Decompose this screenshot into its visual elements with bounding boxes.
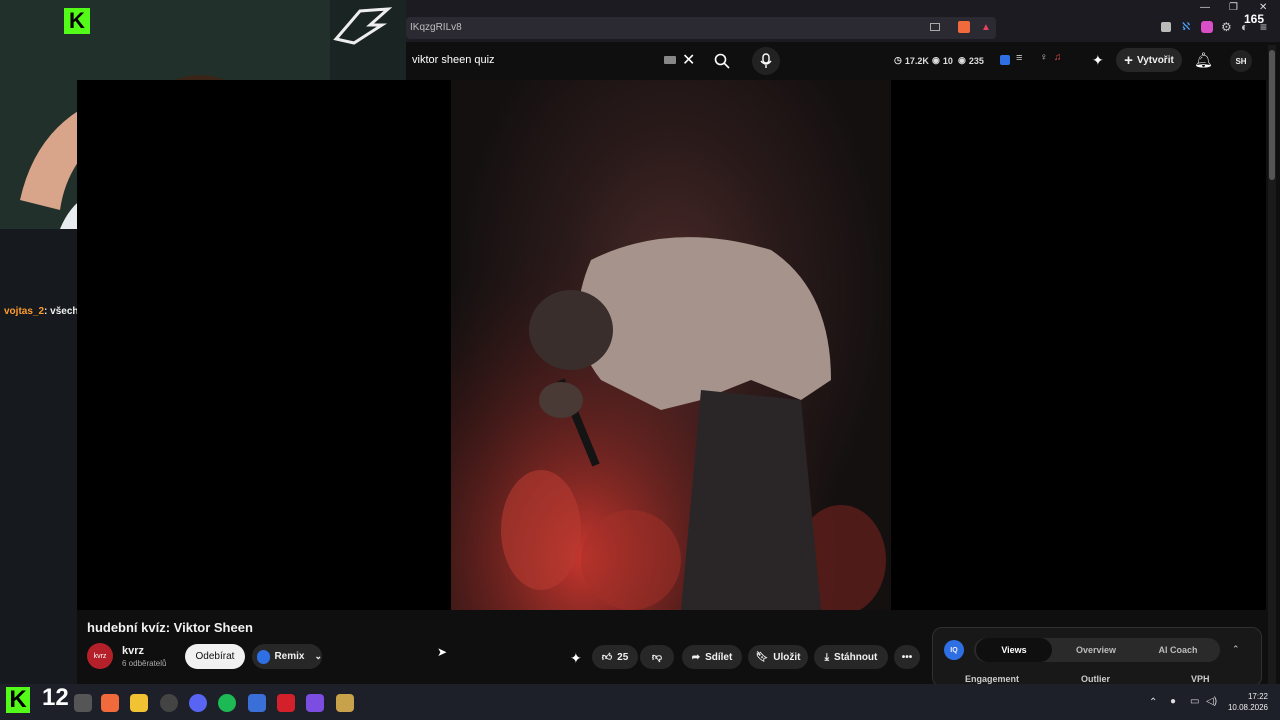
network-icon[interactable]: ▭ [1190,696,1199,707]
download-icon: ⤓ [824,651,830,663]
chat-panel [0,229,77,684]
create-button[interactable]: + Vytvořit [1116,48,1182,72]
alert-bell-icon[interactable]: ♫ [1054,52,1062,63]
more-horizontal-icon: ••• [901,651,913,663]
brave-shield-icon[interactable] [958,21,970,33]
page-scrollbar-thumb[interactable] [1269,50,1275,180]
league-icon[interactable] [336,694,354,712]
save-button[interactable]: 🔖︎ Uložit [748,645,808,669]
address-text: IKqzgRILv8 [410,22,462,33]
tab-views[interactable]: Views [976,638,1052,662]
tab-ai-coach[interactable]: AI Coach [1140,638,1216,662]
column-vph: VPH [1191,674,1210,684]
spotify-icon[interactable] [218,694,236,712]
sh-logo [330,5,393,45]
discord-icon[interactable] [189,694,207,712]
clock-icon: ◷ [894,55,902,65]
like-button[interactable]: 👍︎ 25 [592,645,638,669]
search-button[interactable] [702,47,742,75]
account-avatar[interactable]: SH [1230,50,1252,72]
app-icon[interactable] [248,694,266,712]
voice-search-button[interactable] [752,47,780,75]
stat-views-a: ◉ 10 [932,55,953,66]
video-title: hudební kvíz: Viktor Sheen [87,620,253,635]
volume-icon[interactable]: ◁) [1206,696,1217,707]
tray-microphone-icon[interactable]: ● [1170,696,1176,707]
extension-icon[interactable] [1201,21,1213,33]
vidiq-badge-icon [257,649,271,664]
video-image [451,80,891,610]
obs-icon[interactable] [160,694,178,712]
dislike-button[interactable]: 👎︎ [640,645,674,669]
plus-icon: + [1124,51,1133,69]
stat-views-b: ◉ 235 [958,55,984,66]
search-input[interactable]: viktor sheen quiz [406,46,706,74]
restore-icon[interactable]: ❐ [1229,2,1238,13]
brave-browser-icon[interactable] [101,694,119,712]
extensions-puzzle-icon[interactable]: ⚙ [1221,20,1232,34]
ask-gemini-icon[interactable]: ✦ [570,650,582,667]
tab-overview[interactable]: Overview [1058,638,1134,662]
share-icon: ➦ [691,651,701,663]
viewer-count: 12 [42,684,69,711]
list-icon[interactable]: ≡ [1016,52,1022,64]
riot-client-icon[interactable] [277,694,295,712]
camera-extension-icon[interactable] [1161,22,1171,32]
more-actions-button[interactable]: ••• [894,645,920,669]
task-view-icon[interactable] [74,694,92,712]
search-query: viktor sheen quiz [412,54,495,66]
brave-rewards-icon[interactable]: ▲ [981,22,991,33]
keyboard-icon[interactable] [664,56,676,64]
system-clock[interactable]: 17:22 10.08.2026 [1220,691,1268,713]
channel-name[interactable]: kvrz [122,645,144,657]
remix-button[interactable]: Remix ⌄ [252,644,322,669]
chevron-up-icon[interactable]: ⌃ [1232,644,1240,655]
kick-viewer-logo: K [6,687,30,713]
eye-icon: ◉ [932,55,940,65]
chat-username: vojtas_2 [4,306,45,317]
vidiq-logo-icon: IQ [944,640,964,660]
kick-logo: K [64,8,90,34]
vidiq-icon[interactable] [1000,55,1010,65]
file-explorer-icon[interactable] [130,694,148,712]
subscriber-count: 6 odběratelů [122,659,167,668]
minimize-icon[interactable]: — [1200,2,1210,13]
clock-date: 10.08.2026 [1227,703,1268,712]
eye-icon: ◉ [958,55,966,65]
download-button[interactable]: ⤓ Stáhnout [814,645,888,669]
microphone-icon [760,53,772,68]
thumbs-up-icon: 👍︎ [601,652,613,663]
cast-icon[interactable] [930,23,940,31]
column-outlier: Outlier [1081,674,1111,684]
video-frame[interactable] [451,80,891,610]
subscribe-button[interactable]: Odebírat [185,644,245,669]
stat-watchtime: ◷ 17.2K [894,55,929,66]
gemini-sparkle-icon[interactable]: ✦ [1092,52,1104,69]
notifications-bell-icon[interactable]: 🔔︎ [1194,51,1213,69]
fps-counter: 165 [1244,12,1265,26]
mouse-cursor: ➤ [437,645,448,659]
clock-time: 17:22 [1247,692,1268,701]
tray-chevron-up-icon[interactable]: ⌃ [1149,697,1157,708]
grid-app-icon[interactable] [306,694,324,712]
column-engagement: Engagement [965,674,1020,684]
thumbs-down-icon: 👎︎ [651,652,663,663]
clear-search-icon[interactable]: ✕ [682,50,695,70]
award-icon[interactable]: ♀ [1040,52,1048,63]
share-button[interactable]: ➦ Sdílet [682,645,742,669]
translate-extension-icon[interactable]: ℵ [1182,20,1190,33]
search-icon [714,53,730,69]
chevron-down-icon: ⌄ [314,651,322,661]
address-bar[interactable]: IKqzgRILv8 [406,17,996,39]
channel-avatar[interactable]: kvrz [87,643,113,669]
bookmark-icon: 🔖︎ [755,651,769,663]
